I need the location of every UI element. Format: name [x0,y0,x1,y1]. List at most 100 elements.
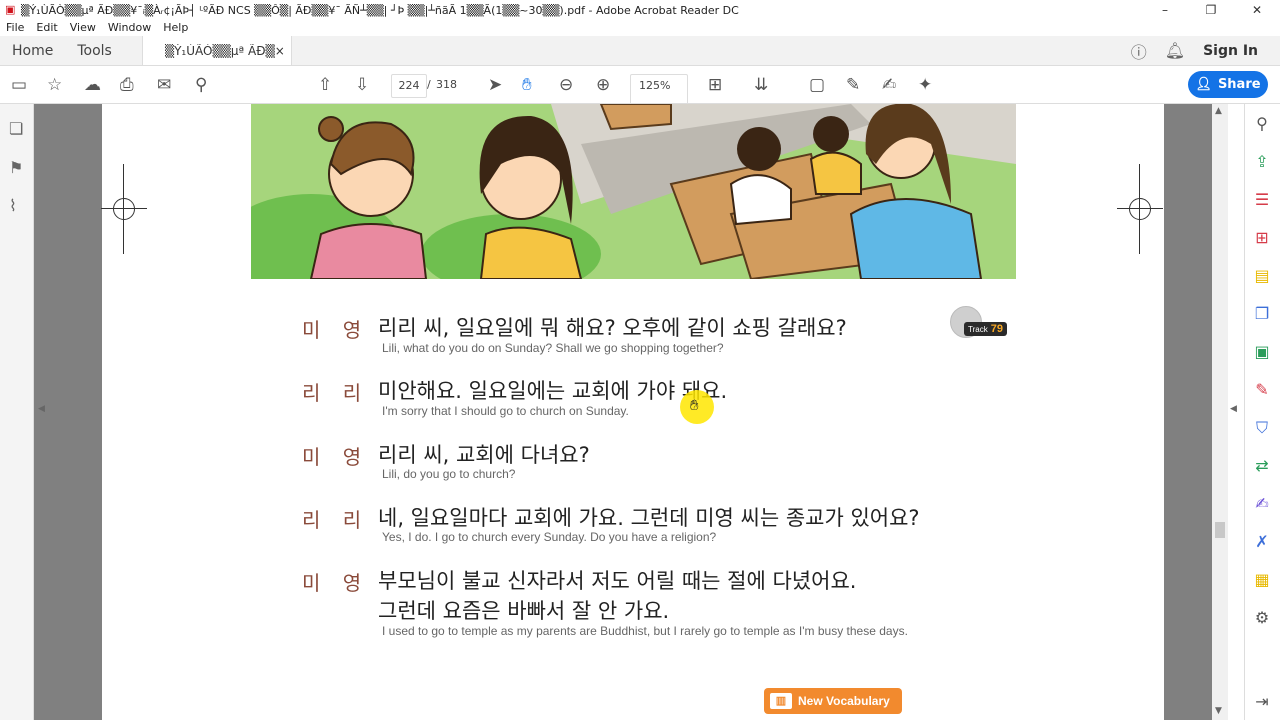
search-icon[interactable]: ⚲ [195,75,207,95]
title-bar: ▣ ▒Ý₁ÙÃÒ▒▒µª ÃÐ▒▒¥¯ᵢ▒Àᵣ¢¡ÃÞ┤ ᴸºÃÐ NCS ▒▒… [0,0,1280,20]
help-icon[interactable]: ⓘ [1131,39,1147,63]
new-vocabulary-banner: ▥ New Vocabulary [764,688,902,714]
email-icon[interactable]: ✉ [157,75,171,95]
track-text: Track [968,325,988,334]
save-icon[interactable]: ▭ [11,75,27,95]
page-fit-icon[interactable]: ⊞ [708,75,722,95]
account-area: ⓘ 🔔︎ Sign In [1131,36,1280,65]
tab-tools[interactable]: Tools [65,36,124,65]
zoom-in-icon[interactable]: ⊕ [596,75,610,95]
speaker-name: 미 영 [302,445,370,469]
close-tab-icon[interactable]: × [275,44,285,58]
highlight-pen-icon[interactable]: ✎ [846,75,860,95]
tab-home[interactable]: Home [0,36,65,65]
attachment-icon[interactable]: ⌇ [9,196,17,215]
close-window-button[interactable]: ✕ [1234,0,1280,20]
page-separator: / [427,78,431,91]
minimize-button[interactable]: – [1142,0,1188,20]
crop-mark-right [1117,164,1163,254]
previous-page-icon[interactable]: ⇧ [318,75,332,95]
illustration-svg [251,104,1016,279]
bookmark-icon[interactable]: ⚑ [9,158,23,177]
total-pages: 318 [436,78,457,91]
collapse-left-panel-icon[interactable]: ◀ [38,404,45,414]
select-pointer-icon[interactable]: ➤ [488,75,502,95]
right-tools-rail: ⚲ ⇪ ☰ ⊞ ▤ ❐ ▣ ✎ ⛉ ⇄ ✍ ✗ ▦ ⚙ ⇥ [1244,104,1280,720]
menu-edit[interactable]: Edit [30,20,63,36]
restore-button[interactable]: ❐ [1188,0,1234,20]
illustration-image [251,104,1016,279]
send-icon[interactable]: ⇄ [1252,456,1272,475]
main-toolbar: ▭ ☆ ☁ ⎙ ✉ ⚲ ⇧ ⇩ 224 / 318 ➤ ✋︎ ⊖ ⊕ 125% … [0,66,1280,121]
english-translation: I used to go to temple as my parents are… [382,624,908,638]
comment-icon[interactable]: ▢ [809,75,825,95]
collapse-right-panel-icon[interactable]: ◀ [1230,404,1237,414]
shield-icon[interactable]: ⛉ [1252,418,1272,438]
left-nav-rail: ❏ ⚑ ⌇ [0,104,34,720]
pdf-page: Track 79 미 영 리리 씨, 일요일에 뭐 해요? 오후에 같이 쇼핑 갈… [101,104,1164,720]
tab-bar: Home Tools ▒Ý₁ÙÃÒ▒▒µª ÃÐ▒▒... × ⓘ 🔔︎ Sig… [0,36,1280,66]
pages-icon[interactable]: ❏ [9,119,23,138]
document-tab-label: ▒Ý₁ÙÃÒ▒▒µª ÃÐ▒▒... [164,43,275,58]
zoom-out-icon[interactable]: ⊖ [559,75,573,95]
speaker-name: 미 영 [302,571,370,595]
window-title: ▒Ý₁ÙÃÒ▒▒µª ÃÐ▒▒¥¯ᵢ▒Àᵣ¢¡ÃÞ┤ ᴸºÃÐ NCS ▒▒Ô▒… [21,3,739,17]
zoom-value: 125% [639,79,671,92]
vocab-label: New Vocabulary [798,694,890,708]
speaker-name: 리 리 [302,508,370,532]
scrollbar-thumb[interactable] [1215,522,1225,538]
scroll-mode-icon[interactable]: ⇊ [754,75,768,95]
menu-file[interactable]: File [0,20,30,36]
organize-icon[interactable]: ☰ [1252,190,1272,209]
window-controls: – ❐ ✕ [1142,0,1280,20]
hand-tool-icon[interactable]: ✋︎ [522,75,532,95]
create-pdf-icon[interactable]: ⊞ [1252,228,1272,247]
english-translation: Lili, do you go to church? [382,467,516,481]
menu-window[interactable]: Window [102,20,157,36]
share-user-icon: 👤︎ [1195,77,1212,92]
expand-panel-icon[interactable]: ⇥ [1252,692,1272,711]
share-label: Share [1217,77,1261,92]
next-page-icon[interactable]: ⇩ [355,75,369,95]
sign-icon[interactable]: ✍ [882,75,896,95]
book-icon: ▥ [770,693,792,709]
sign-in-button[interactable]: Sign In [1203,43,1258,59]
page-number-input[interactable]: 224 [391,74,427,98]
document-canvas[interactable]: Track 79 미 영 리리 씨, 일요일에 뭐 해요? 오후에 같이 쇼핑 갈… [34,104,1212,720]
fill-sign-icon[interactable]: ✍ [1252,494,1272,513]
menu-view[interactable]: View [64,20,102,36]
export-pdf-icon[interactable]: ⇪ [1252,152,1272,171]
upload-cloud-icon[interactable]: ☁ [84,75,101,95]
crop-mark-left [101,164,147,254]
comment-icon[interactable]: ▤ [1252,266,1272,285]
korean-line: 리리 씨, 일요일에 뭐 해요? 오후에 같이 쇼핑 갈래요? [378,316,847,340]
star-icon[interactable]: ☆ [47,75,62,95]
acrobat-icon: ▣ [5,3,16,16]
english-translation: Lili, what do you do on Sunday? Shall we… [382,341,724,355]
track-number: 79 [990,323,1003,335]
combine-icon[interactable]: ❐ [1252,304,1272,323]
korean-line: 미안해요. 일요일에는 교회에 가야 돼요. [378,379,728,403]
stamp-tool-icon[interactable]: ✦ [918,75,932,95]
vertical-scrollbar[interactable]: ▲ ▼ [1212,104,1228,720]
speaker-name: 미 영 [302,318,370,342]
korean-line: 부모님이 불교 신자라서 저도 어릴 때는 절에 다녔어요. [378,569,857,593]
notification-bell-icon[interactable]: 🔔︎ [1165,41,1185,60]
stamp-icon[interactable]: ✗ [1252,532,1272,551]
english-translation: Yes, I do. I go to church every Sunday. … [382,530,717,544]
print-icon[interactable]: ⎙ [120,75,134,95]
scroll-down-icon[interactable]: ▼ [1215,706,1222,716]
korean-line: 네, 일요일마다 교회에 가요. 그런데 미영 씨는 종교가 있어요? [378,506,920,530]
protect-icon[interactable]: ✎ [1252,380,1272,399]
edit-icon[interactable]: ▣ [1252,342,1272,361]
zoom-icon[interactable]: ⚲ [1252,114,1272,133]
compress-icon[interactable]: ▦ [1252,570,1272,589]
hand-cursor-icon: ✋︎ [690,396,699,414]
more-tools-icon[interactable]: ⚙ [1252,608,1272,627]
menu-help[interactable]: Help [157,20,194,36]
share-button[interactable]: 👤︎ Share [1188,71,1268,98]
audio-track-badge: Track 79 [950,306,1016,338]
menu-bar: File Edit View Window Help [0,20,1280,36]
scroll-up-icon[interactable]: ▲ [1215,106,1222,116]
tab-document[interactable]: ▒Ý₁ÙÃÒ▒▒µª ÃÐ▒▒... × [141,36,292,65]
